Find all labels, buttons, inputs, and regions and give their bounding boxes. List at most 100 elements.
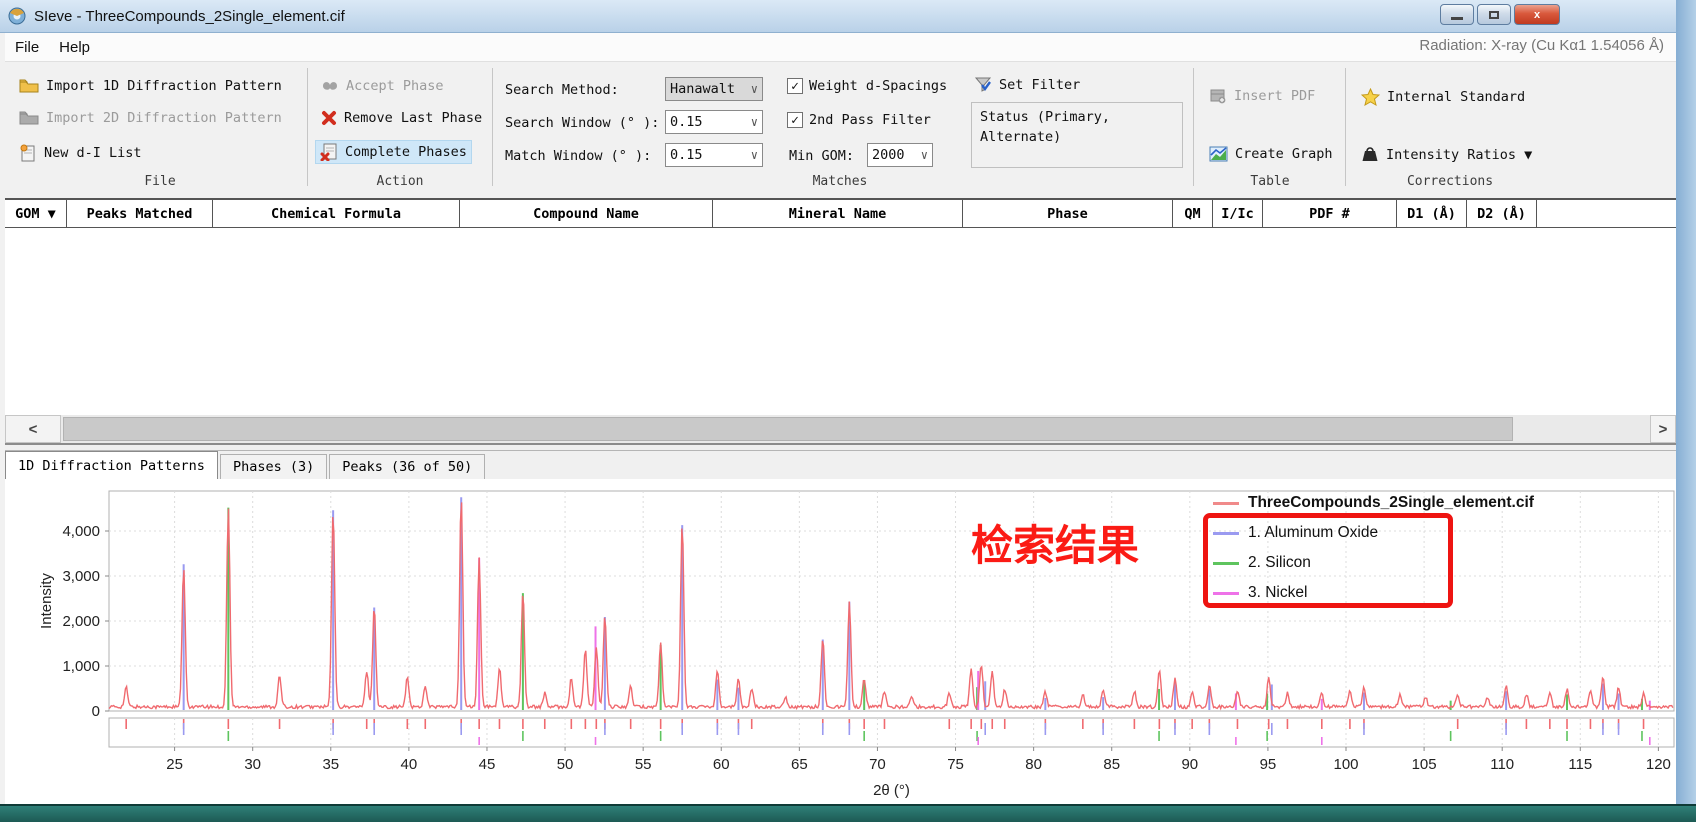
import-2d-button: Import 2D Diffraction Pattern — [15, 108, 286, 128]
results-table-header: GOM ▼Peaks MatchedChemical FormulaCompou… — [5, 198, 1676, 228]
column-header-i-ic[interactable]: I/Ic — [1213, 200, 1263, 227]
column-header-d2-[interactable]: D2 (Å) — [1467, 200, 1537, 227]
complete-phases-button[interactable]: Complete Phases — [315, 140, 472, 164]
search-method-select[interactable]: Hanawalt ∨ — [665, 77, 763, 101]
status-filter-box: Status (Primary, Alternate) — [971, 102, 1183, 168]
star-icon — [1361, 88, 1380, 106]
import-1d-button[interactable]: Import 1D Diffraction Pattern — [15, 76, 286, 96]
remove-last-phase-button[interactable]: Remove Last Phase — [317, 108, 486, 128]
annotation-text: 检索结果 — [895, 512, 1215, 573]
insert-pdf-button: Insert PDF — [1205, 86, 1319, 106]
svg-text:65: 65 — [791, 756, 808, 773]
tab-1d-diffraction-patterns[interactable]: 1D Diffraction Patterns — [5, 451, 218, 479]
checkbox-checked-icon: ✓ — [787, 78, 803, 94]
create-graph-button[interactable]: Create Graph — [1205, 144, 1337, 164]
column-header-peaks-matched[interactable]: Peaks Matched — [67, 200, 213, 227]
corrections-group-label: Corrections — [1395, 174, 1505, 189]
legend-swatch — [1213, 532, 1239, 535]
svg-text:105: 105 — [1412, 756, 1437, 773]
scroll-right-button[interactable]: > — [1650, 415, 1676, 443]
match-window-value: 0.15 — [670, 147, 703, 163]
weight-d-spacings-checkbox[interactable]: ✓ Weight d-Spacings — [787, 78, 947, 94]
remove-last-phase-label: Remove Last Phase — [344, 110, 482, 126]
svg-text:120: 120 — [1646, 756, 1671, 773]
close-icon: x — [1534, 9, 1540, 21]
min-gom-select[interactable]: 2000 ∨ — [867, 143, 933, 167]
column-header-gom-[interactable]: GOM ▼ — [5, 200, 67, 227]
legend-item: ThreeCompounds_2Single_element.cif — [1213, 488, 1534, 518]
search-window-value: 0.15 — [670, 114, 703, 130]
toolbar: Import 1D Diffraction Pattern Import 2D … — [5, 62, 1676, 196]
search-window-select[interactable]: 0.15 ∨ — [665, 110, 763, 134]
column-header-d1-[interactable]: D1 (Å) — [1397, 200, 1467, 227]
svg-text:50: 50 — [557, 756, 574, 773]
insert-pdf-label: Insert PDF — [1234, 88, 1315, 104]
internal-standard-label: Internal Standard — [1387, 89, 1525, 105]
table-group-label: Table — [1215, 174, 1325, 189]
column-header-mineral-name[interactable]: Mineral Name — [713, 200, 963, 227]
legend-swatch — [1213, 502, 1239, 505]
minimize-icon — [1451, 17, 1463, 20]
second-pass-filter-checkbox[interactable]: ✓ 2nd Pass Filter — [787, 112, 931, 128]
svg-text:40: 40 — [401, 756, 418, 773]
scroll-left-icon: < — [29, 421, 38, 438]
horizontal-scrollbar[interactable]: < > — [5, 415, 1676, 443]
internal-standard-button[interactable]: Internal Standard — [1357, 86, 1529, 108]
toolbar-separator — [307, 68, 308, 186]
legend-item: 2. Silicon — [1213, 548, 1534, 578]
search-window-label: Search Window (° ): — [505, 115, 659, 131]
svg-text:3,000: 3,000 — [62, 568, 100, 585]
svg-text:70: 70 — [869, 756, 886, 773]
tab-phases-3-[interactable]: Phases (3) — [220, 454, 327, 479]
sieve-window: SIeve - ThreeCompounds_2Single_element.c… — [0, 0, 1696, 822]
svg-text:60: 60 — [713, 756, 730, 773]
svg-text:2θ (°): 2θ (°) — [873, 782, 910, 799]
new-document-icon — [19, 144, 37, 162]
match-window-label: Match Window (° ): — [505, 148, 651, 164]
action-group-label: Action — [345, 174, 455, 189]
tab-peaks-36-of-50-[interactable]: Peaks (36 of 50) — [329, 454, 485, 479]
menu-help[interactable]: Help — [49, 36, 100, 59]
folder-disabled-icon — [19, 110, 39, 126]
filter-icon — [974, 76, 992, 93]
new-di-list-label: New d-I List — [44, 145, 142, 161]
column-header-chemical-formula[interactable]: Chemical Formula — [213, 200, 460, 227]
panel-splitter[interactable] — [5, 443, 1676, 451]
accept-phase-icon — [321, 79, 339, 93]
legend-label: 1. Aluminum Oxide — [1248, 524, 1378, 542]
maximize-button[interactable] — [1477, 4, 1511, 25]
svg-text:85: 85 — [1103, 756, 1120, 773]
svg-text:30: 30 — [244, 756, 261, 773]
red-x-icon — [321, 110, 337, 126]
column-header-phase[interactable]: Phase — [963, 200, 1173, 227]
new-di-list-button[interactable]: New d-I List — [15, 142, 146, 164]
import-2d-label: Import 2D Diffraction Pattern — [46, 110, 282, 126]
complete-phases-label: Complete Phases — [345, 144, 467, 160]
accept-phase-button: Accept Phase — [317, 76, 448, 96]
desktop-taskbar-strip — [0, 804, 1696, 822]
minimize-button[interactable] — [1440, 4, 1474, 25]
svg-text:35: 35 — [322, 756, 339, 773]
column-header-qm[interactable]: QM — [1173, 200, 1213, 227]
legend-label: 3. Nickel — [1248, 584, 1307, 602]
title-bar[interactable]: SIeve - ThreeCompounds_2Single_element.c… — [0, 0, 1696, 33]
chevron-down-icon: ∨ — [751, 115, 758, 129]
svg-text:45: 45 — [479, 756, 496, 773]
scroll-right-icon: > — [1659, 421, 1668, 438]
scroll-left-button[interactable]: < — [5, 415, 61, 443]
set-filter-button[interactable]: Set Filter — [970, 74, 1084, 95]
file-group-label: File — [105, 174, 215, 189]
column-header-pdf-[interactable]: PDF # — [1263, 200, 1397, 227]
match-window-select[interactable]: 0.15 ∨ — [665, 143, 763, 167]
menu-file[interactable]: File — [5, 36, 49, 59]
scrollbar-thumb[interactable] — [63, 417, 1513, 441]
legend-swatch — [1213, 592, 1239, 595]
min-gom-value: 2000 — [872, 147, 905, 163]
svg-text:75: 75 — [947, 756, 964, 773]
intensity-ratios-button[interactable]: Intensity Ratios ▼ — [1357, 144, 1536, 165]
window-border-right — [1676, 0, 1696, 804]
column-header-compound-name[interactable]: Compound Name — [460, 200, 713, 227]
svg-text:2,000: 2,000 — [62, 613, 100, 630]
svg-text:4,000: 4,000 — [62, 523, 100, 540]
close-button[interactable]: x — [1514, 4, 1560, 25]
